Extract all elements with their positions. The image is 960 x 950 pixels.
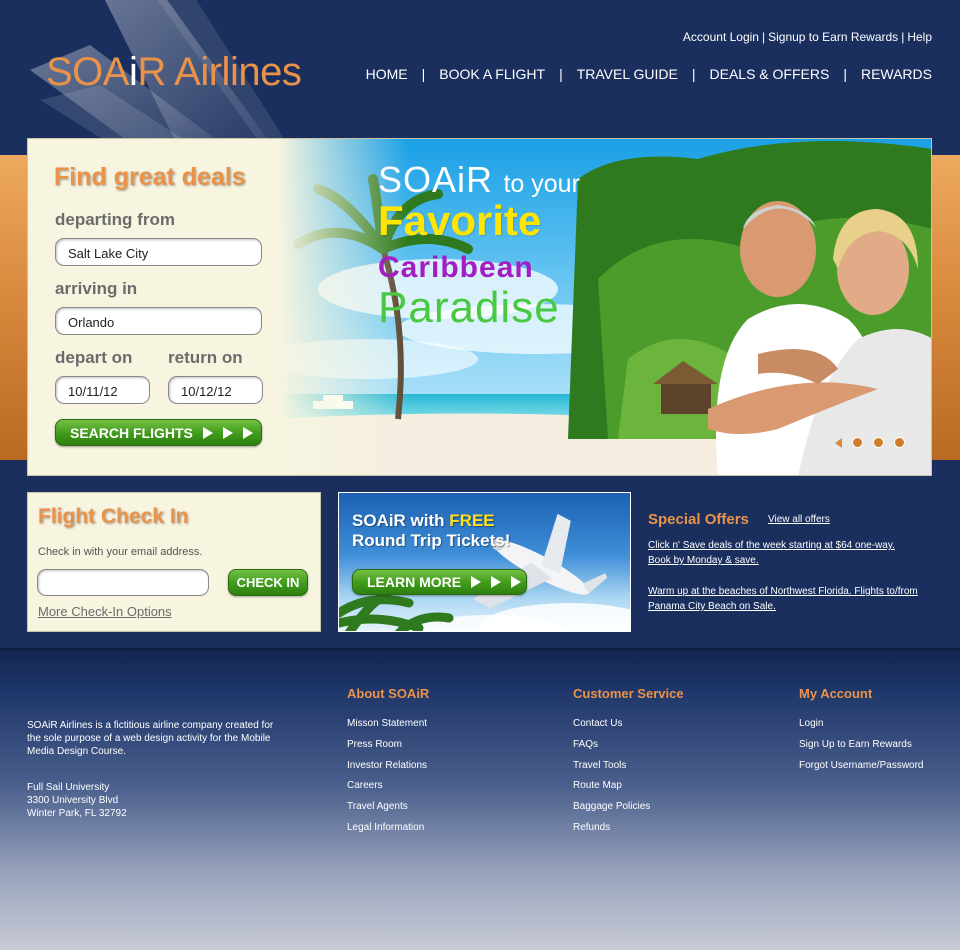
- departing-label: departing from: [55, 210, 175, 229]
- arrow-right-icon: [242, 426, 253, 439]
- hero-line1-brand: SOAiR: [378, 159, 494, 200]
- departing-from-input[interactable]: Salt Lake City: [55, 238, 262, 266]
- footer-link-press[interactable]: Press Room: [347, 739, 429, 750]
- return-date-input[interactable]: 10/12/12: [168, 376, 263, 404]
- hero-photo[interactable]: [278, 139, 931, 475]
- site-logo[interactable]: SOAiR Airlines: [46, 50, 302, 95]
- site-header: SOAiR Airlines Account Login | Signup to E…: [0, 0, 960, 155]
- checkin-description: Check in with your email address.: [38, 546, 203, 558]
- footer-link-baggage[interactable]: Baggage Policies: [573, 802, 684, 812]
- footer-link-legal[interactable]: Legal Information: [347, 822, 429, 833]
- site-footer: SOAiR Airlines is a fictitious airline c…: [0, 648, 960, 950]
- search-flights-label: SEARCH FLIGHTS: [70, 424, 193, 441]
- arrow-right-icon: [222, 426, 233, 439]
- nav-book-a-flight[interactable]: BOOK A FLIGHT: [439, 66, 545, 82]
- free-tickets-promo[interactable]: SOAiR with FREE Round Trip Tickets! LEAR…: [338, 492, 631, 632]
- depart-date-input[interactable]: 10/11/12: [55, 376, 150, 404]
- arriving-label: arriving in: [55, 279, 138, 298]
- footer-col-title: About SOAiR: [347, 686, 430, 701]
- footer-link-travel-tools[interactable]: Travel Tools: [573, 760, 684, 771]
- carousel-dot-icon[interactable]: [852, 437, 863, 448]
- footer-col-about: About SOAiR Misson Statement Press Room …: [347, 686, 429, 844]
- footer-address: Full Sail University 3300 University Blv…: [27, 781, 127, 820]
- footer-col-my-account: My Account Login Sign Up to Earn Rewards…: [799, 686, 924, 781]
- footer-link-login[interactable]: Login: [799, 719, 924, 729]
- address-line: Full Sail University: [27, 782, 110, 793]
- account-login-link[interactable]: Account Login: [683, 30, 759, 44]
- search-flights-button[interactable]: SEARCH FLIGHTS: [55, 419, 262, 446]
- arrow-right-icon: [511, 576, 522, 588]
- beach-scene-image: [278, 139, 931, 475]
- hero-line3: Caribbean: [378, 251, 534, 284]
- checkin-button[interactable]: CHECK IN: [228, 569, 308, 596]
- special-offers-title: Special Offers: [648, 511, 749, 528]
- footer-link-signup[interactable]: Sign Up to Earn Rewards: [799, 739, 924, 750]
- promo-headline: SOAiR with FREE: [352, 511, 495, 530]
- address-line: 3300 University Blvd: [27, 795, 119, 806]
- nav-rewards[interactable]: REWARDS: [861, 66, 932, 82]
- signup-rewards-link[interactable]: Signup to Earn Rewards: [768, 30, 898, 44]
- learn-more-label: LEARN MORE: [367, 574, 462, 590]
- hero-line2: Favorite: [378, 197, 542, 244]
- view-all-offers-link[interactable]: View all offers: [768, 514, 830, 525]
- offer-link-deals-week[interactable]: Click n' Save deals of the week starting…: [648, 538, 918, 568]
- checkin-email-input[interactable]: [37, 569, 209, 596]
- return-on-label: return on: [168, 348, 243, 367]
- find-deals-title: Find great deals: [54, 163, 246, 191]
- footer-link-forgot[interactable]: Forgot Username/Password: [799, 760, 924, 771]
- nav-travel-guide[interactable]: TRAVEL GUIDE: [577, 66, 678, 82]
- address-line: Winter Park, FL 32792: [27, 808, 127, 819]
- flight-checkin-panel: Flight Check In Check in with your email…: [27, 492, 321, 632]
- footer-link-investors[interactable]: Investor Relations: [347, 760, 429, 771]
- footer-col-title: My Account: [799, 686, 873, 701]
- footer-link-mission[interactable]: Misson Statement: [347, 719, 429, 729]
- arrow-right-icon: [471, 576, 482, 588]
- main-nav: HOME | BOOK A FLIGHT | TRAVEL GUIDE | DE…: [365, 66, 932, 82]
- arrow-right-icon: [491, 576, 502, 588]
- footer-link-route-map[interactable]: Route Map: [573, 781, 684, 791]
- footer-col-customer-service: Customer Service Contact Us FAQs Travel …: [573, 686, 684, 844]
- carousel-prev-icon[interactable]: [835, 437, 842, 448]
- footer-col-title: Customer Service: [573, 686, 684, 701]
- arrow-right-icon: [202, 426, 213, 439]
- depart-on-label: depart on: [55, 348, 133, 367]
- arriving-in-input[interactable]: Orlando: [55, 307, 262, 335]
- footer-link-travel-agents[interactable]: Travel Agents: [347, 802, 429, 812]
- footer-link-careers[interactable]: Careers: [347, 781, 429, 791]
- promo-subheadline: Round Trip Tickets!: [352, 531, 511, 550]
- help-link[interactable]: Help: [907, 30, 932, 44]
- hero-line4: Paradise: [378, 283, 560, 332]
- checkin-button-label: CHECK IN: [236, 575, 300, 590]
- utility-links: Account Login | Signup to Earn Rewards | Hel…: [682, 30, 932, 44]
- footer-about-text: SOAiR Airlines is a fictitious airline c…: [27, 720, 274, 757]
- carousel-dots: [835, 437, 905, 448]
- footer-link-refunds[interactable]: Refunds: [573, 822, 684, 833]
- hero-line1-text: to your: [503, 170, 580, 198]
- carousel-dot-icon[interactable]: [873, 437, 884, 448]
- footer-link-contact[interactable]: Contact Us: [573, 719, 684, 729]
- checkin-title: Flight Check In: [38, 505, 189, 528]
- nav-home[interactable]: HOME: [366, 66, 408, 82]
- hero-banner: SOAiR to your Favorite Caribbean Paradis…: [27, 138, 932, 476]
- learn-more-button[interactable]: LEARN MORE: [352, 569, 527, 595]
- more-checkin-options-link[interactable]: More Check-In Options: [38, 604, 172, 619]
- nav-deals-offers[interactable]: DEALS & OFFERS: [710, 66, 830, 82]
- footer-link-faqs[interactable]: FAQs: [573, 739, 684, 750]
- offer-link-florida[interactable]: Warm up at the beaches of Northwest Flor…: [648, 584, 918, 614]
- carousel-dot-icon[interactable]: [894, 437, 905, 448]
